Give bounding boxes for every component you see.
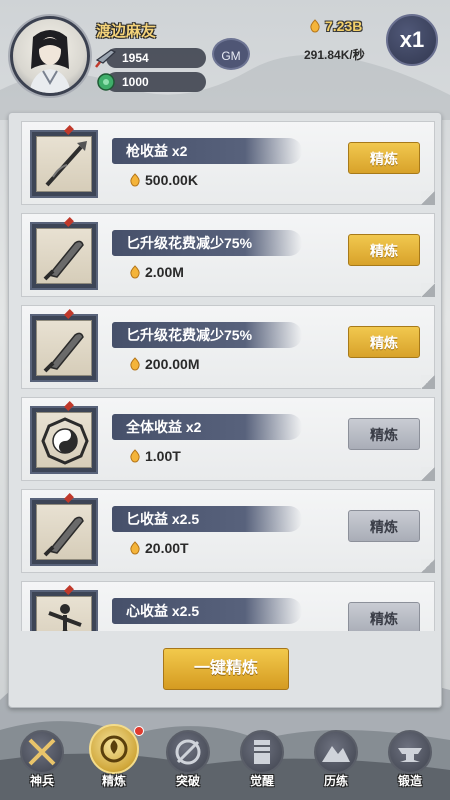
item-title: 心收益 x2.5 — [126, 603, 200, 619]
anvil-icon — [398, 748, 422, 762]
crossed-swords-icon — [28, 738, 56, 766]
item-cost: 500.00K — [128, 172, 198, 188]
dagger-icon — [43, 240, 84, 281]
nav-item-awaken[interactable]: 觉醒 — [236, 726, 288, 796]
refine-list[interactable]: 枪收益 x2 500.00K 精炼 匕升级花费减少75% 2.00M 精炼 匕升… — [21, 121, 435, 631]
item-cost-value: 200.00M — [145, 356, 200, 372]
notification-dot — [134, 726, 144, 736]
refine-icon — [100, 735, 128, 763]
refine-panel: 枪收益 x2 500.00K 精炼 匕升级花费减少75% 2.00M 精炼 匕升… — [8, 112, 442, 708]
one-key-refine-button[interactable]: 一键精炼 — [163, 648, 289, 690]
item-title: 枪收益 x2 — [126, 143, 188, 159]
item-frame[interactable] — [30, 585, 98, 631]
item-title: 全体收益 x2 — [126, 419, 202, 435]
jade-stat-pill: 1000 — [97, 72, 206, 92]
item-cost-value: 20.00T — [145, 540, 189, 556]
item-cost: 20.00T — [128, 540, 189, 556]
pin-icon — [64, 401, 74, 411]
item-frame[interactable] — [30, 125, 98, 198]
weapon-stat-icon — [95, 49, 117, 68]
gold-flame-icon — [130, 449, 140, 463]
item-frame[interactable] — [30, 493, 98, 566]
mountain-icon — [322, 746, 350, 762]
pin-icon — [64, 585, 74, 595]
nav-icon-bg — [240, 730, 284, 774]
list-item: 全体收益 x2 1.00T 精炼 — [21, 397, 435, 481]
dagger-icon — [43, 332, 84, 373]
weapon-stat-value: 1954 — [122, 51, 149, 65]
bagua-icon — [41, 417, 89, 465]
nav-icon-bg — [166, 730, 210, 774]
speed-multiplier-button[interactable]: x1 — [386, 14, 438, 66]
item-cost: 200.00M — [128, 356, 199, 372]
nav-label: 突破 — [175, 774, 200, 788]
nav-item-forge[interactable]: 锻造 — [384, 726, 436, 796]
nav-item-breakthrough[interactable]: 突破 — [162, 726, 214, 796]
jade-stat-value: 1000 — [122, 75, 149, 89]
item-title: 匕升级花费减少75% — [126, 327, 253, 343]
gold-rate: 291.84K/秒 — [304, 48, 365, 62]
gold-flame-icon — [130, 541, 140, 555]
gold-flame-icon — [130, 265, 140, 279]
item-cost: 1.00T — [128, 448, 181, 464]
pin-icon — [64, 309, 74, 319]
list-item: 匕收益 x2.5 20.00T 精炼 — [21, 489, 435, 573]
player-avatar[interactable] — [10, 16, 90, 96]
item-cost-value: 2.00M — [145, 264, 184, 280]
top-header: 渡边麻友 1954 1000 GM 7.23B 291.84K/秒 x1 — [0, 0, 450, 110]
breakthrough-icon — [175, 739, 201, 765]
nav-label: 神兵 — [29, 774, 54, 788]
weapon-stat-pill: 1954 — [95, 48, 206, 68]
nav-label: 觉醒 — [249, 774, 274, 788]
nav-item-refine[interactable]: 精炼 — [88, 724, 144, 796]
refine-button[interactable]: 精炼 — [348, 418, 420, 450]
gold-value: 7.23B — [325, 18, 363, 34]
gold-flame-icon — [310, 19, 320, 33]
jade-stat-icon — [97, 73, 115, 91]
refine-button[interactable]: 精炼 — [348, 234, 420, 266]
list-item: 心收益 x2.5 精炼 — [21, 581, 435, 631]
item-cost-value: 1.00T — [145, 448, 181, 464]
item-cost-value: 500.00K — [145, 172, 198, 188]
pin-icon — [64, 217, 74, 227]
nav-icon-bg — [314, 730, 358, 774]
gold-flame-icon — [130, 357, 140, 371]
player-name: 渡边麻友 — [96, 23, 157, 40]
spear-icon — [45, 141, 87, 187]
scroll-icon — [254, 740, 270, 764]
nav-label: 锻造 — [397, 774, 422, 788]
pin-icon — [64, 493, 74, 503]
item-title: 匕升级花费减少75% — [126, 235, 253, 251]
nav-item-trials[interactable]: 历练 — [310, 726, 362, 796]
pin-icon — [64, 125, 74, 135]
item-frame[interactable] — [30, 309, 98, 382]
martial-artist-icon — [48, 604, 82, 631]
nav-label: 精炼 — [101, 774, 126, 788]
refine-button[interactable]: 精炼 — [348, 326, 420, 358]
item-cost: 2.00M — [128, 264, 184, 280]
hero-portrait-icon — [29, 30, 71, 93]
item-frame[interactable] — [30, 217, 98, 290]
bottom-nav: 神兵 精炼 突破 觉醒 历练 锻造 — [0, 714, 450, 800]
list-item: 枪收益 x2 500.00K 精炼 — [21, 121, 435, 205]
gold-flame-icon — [130, 173, 140, 187]
gold-counter: 7.23B — [308, 18, 362, 38]
dagger-icon — [43, 516, 84, 557]
item-frame[interactable] — [30, 401, 98, 474]
gm-button[interactable]: GM — [212, 38, 250, 70]
list-item: 匕升级花费减少75% 2.00M 精炼 — [21, 213, 435, 297]
nav-item-weapons[interactable]: 神兵 — [16, 726, 68, 796]
list-item: 匕升级花费减少75% 200.00M 精炼 — [21, 305, 435, 389]
refine-button[interactable]: 精炼 — [348, 510, 420, 542]
item-title: 匕收益 x2.5 — [126, 511, 200, 527]
nav-icon-bg — [20, 730, 64, 774]
refine-button[interactable]: 精炼 — [348, 142, 420, 174]
nav-icon-bg — [89, 724, 139, 774]
refine-button[interactable]: 精炼 — [348, 602, 420, 631]
nav-icon-bg — [388, 730, 432, 774]
nav-label: 历练 — [323, 774, 348, 788]
